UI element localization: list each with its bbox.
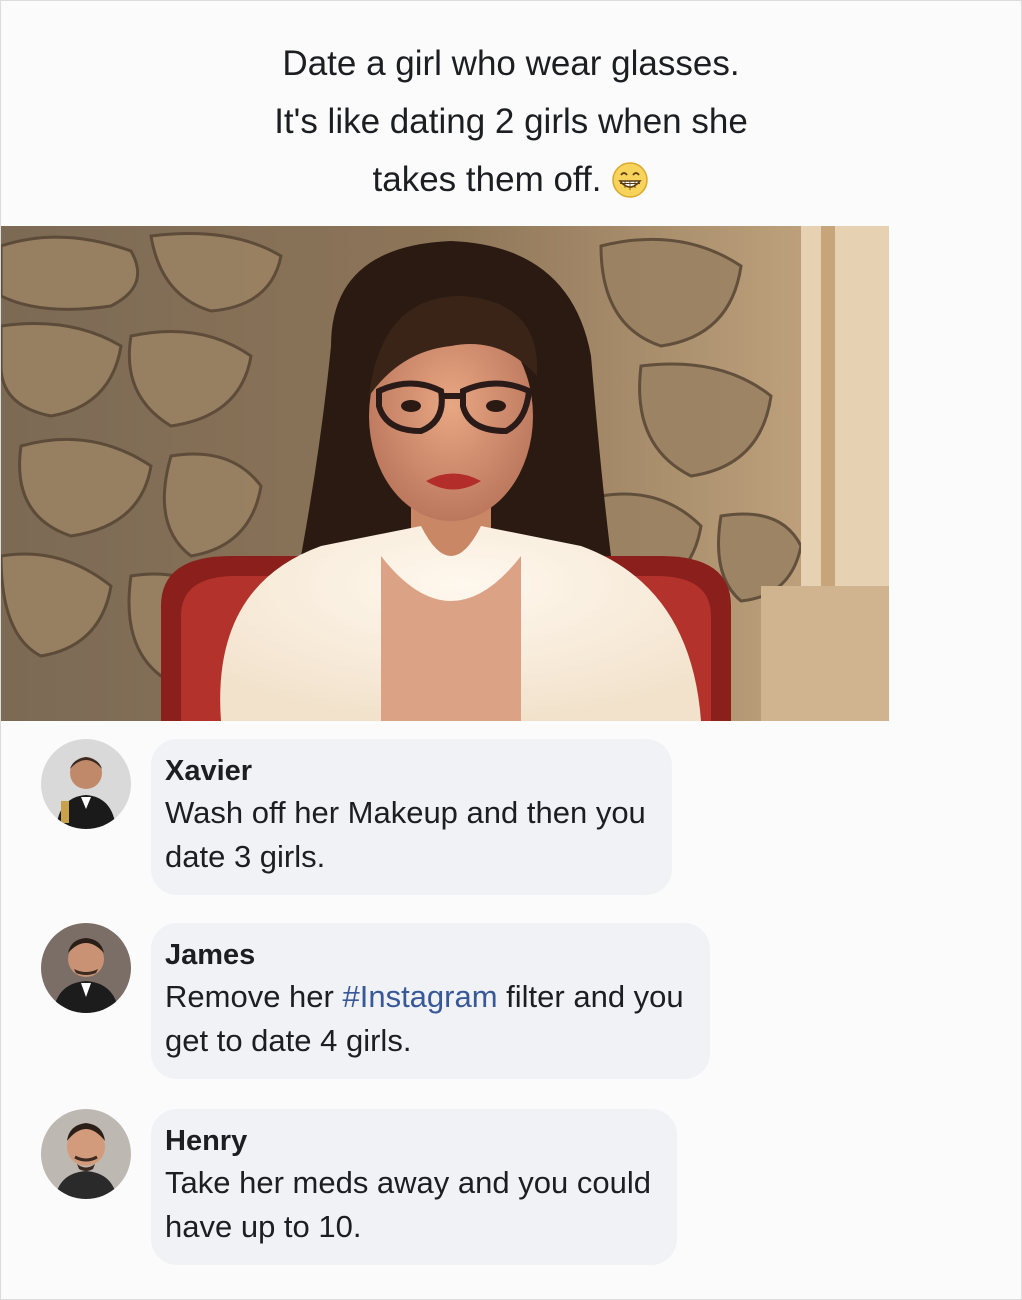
post-photo[interactable] bbox=[1, 226, 889, 721]
comment-author[interactable]: Henry bbox=[165, 1121, 651, 1161]
post-text: Date a girl who wear glasses. It's like … bbox=[121, 35, 901, 209]
post-text-line-2: It's like dating 2 girls when she bbox=[274, 102, 748, 141]
avatar[interactable] bbox=[41, 739, 131, 829]
hashtag-link[interactable]: #Instagram bbox=[342, 979, 497, 1014]
avatar[interactable] bbox=[41, 1109, 131, 1199]
comment-bubble: Xavier Wash off her Makeup and then you … bbox=[151, 739, 672, 895]
comment-text: Remove her #Instagram filter and you get… bbox=[165, 979, 684, 1058]
comment-text: Wash off her Makeup and then you date 3 … bbox=[165, 795, 646, 874]
comment-bubble: Henry Take her meds away and you could h… bbox=[151, 1109, 677, 1265]
comment-author[interactable]: James bbox=[165, 935, 684, 975]
comment-author[interactable]: Xavier bbox=[165, 751, 646, 791]
post-text-line-1: Date a girl who wear glasses. bbox=[282, 44, 740, 83]
comment-text: Take her meds away and you could have up… bbox=[165, 1165, 651, 1244]
post-text-line-3: takes them off. bbox=[121, 151, 901, 209]
avatar[interactable] bbox=[41, 923, 131, 1013]
grinning-face-icon bbox=[611, 159, 649, 198]
comment-bubble: James Remove her #Instagram filter and y… bbox=[151, 923, 710, 1079]
post-card: Date a girl who wear glasses. It's like … bbox=[0, 0, 1022, 1300]
